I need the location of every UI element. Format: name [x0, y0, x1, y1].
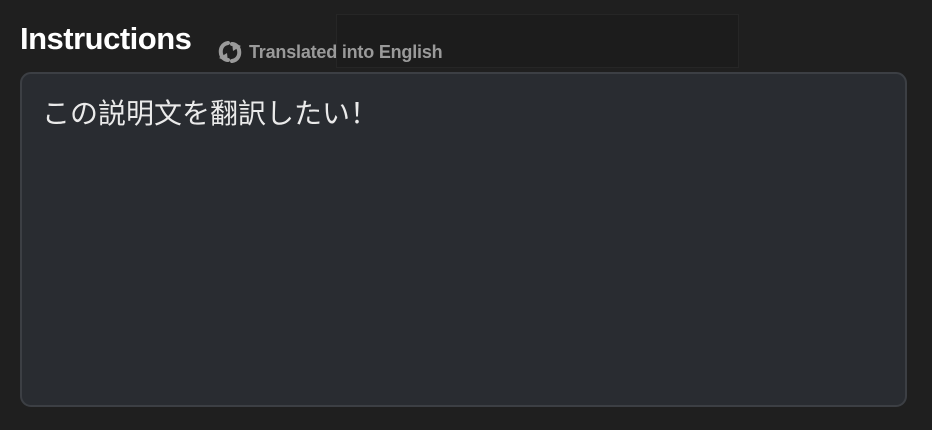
- instructions-title: Instructions: [20, 21, 192, 56]
- translation-indicator: Translated into English: [216, 38, 443, 66]
- translate-refresh-icon: [218, 41, 242, 63]
- translated-label: Translated into English: [249, 42, 443, 62]
- instructions-panel: Instructions Translated into English この説…: [0, 0, 932, 430]
- instructions-textarea[interactable]: この説明文を翻訳したい！: [20, 72, 907, 407]
